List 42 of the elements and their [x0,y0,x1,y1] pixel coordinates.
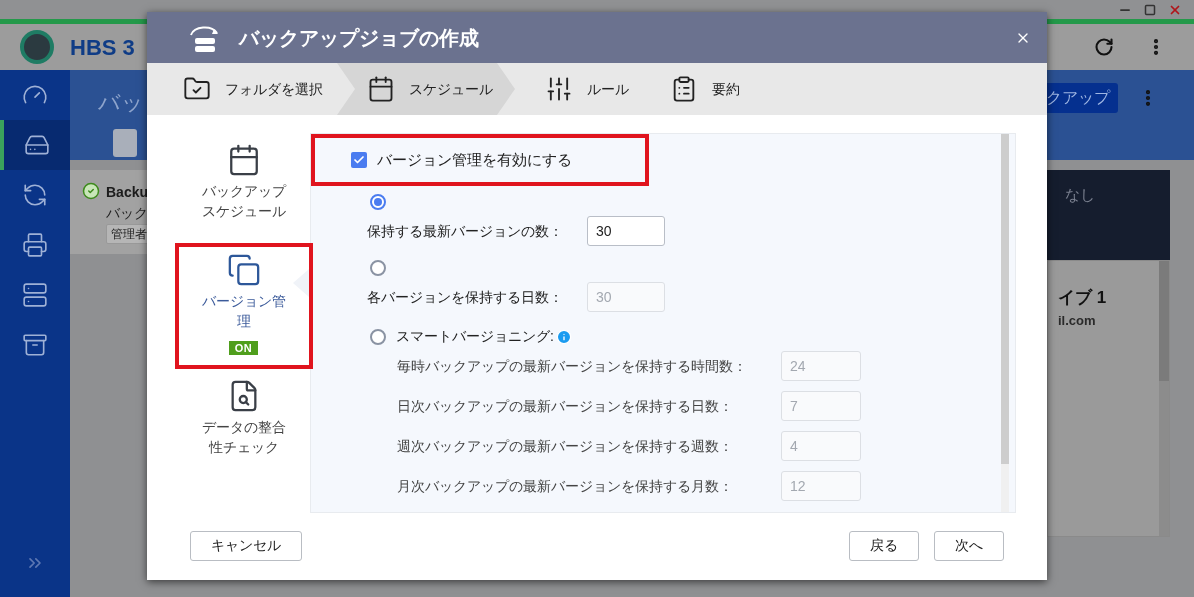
next-button[interactable]: 次へ [934,530,1004,561]
radio-button[interactable] [370,328,386,345]
tab-icon [226,253,261,287]
maximize-icon[interactable] [1144,3,1156,16]
scrollbar[interactable] [1159,261,1169,536]
job-name: Backu [106,183,150,202]
option-label: 各バージョンを保持する日数： [367,287,564,307]
step-icon [367,75,395,103]
panel-text: なし [1065,185,1095,205]
page-title: バッ [98,89,144,117]
sidebar-icon [22,332,48,358]
checkbox[interactable] [351,152,367,168]
rule-label: 月次バックアップの最新バージョンを保持する月数： [397,476,734,496]
cancel-button[interactable]: キャンセル [190,530,302,561]
logo-icon [20,30,54,64]
sidebar-icon [22,232,48,258]
sidebar-item[interactable] [0,120,70,170]
sidebar-icon [22,282,48,308]
sidebar-icon [22,182,48,208]
dialog-title: バックアップジョブの作成 [239,25,479,51]
check-icon [353,154,365,166]
number-field[interactable]: 30 [587,216,665,246]
app-title: HBS 3 [70,33,135,62]
info-icon[interactable] [555,328,572,345]
card-title: イブ 1 [1058,287,1108,309]
option-label: スマートバージョニング: [396,327,554,346]
rule-label: 週次バックアップの最新バージョンを保持する週数： [397,436,734,456]
settings-tab[interactable]: データの整合性チェック [174,369,313,471]
checkbox-label: バージョン管理を有効にする [377,149,572,170]
job-description: バック [106,204,149,223]
back-button[interactable]: 戻る [849,530,919,561]
refresh-icon[interactable] [1094,37,1114,57]
success-icon [82,182,100,200]
status-badge: ON [228,341,259,355]
rule-label: 日次バックアップの最新バージョンを保持する日数： [397,396,734,416]
card-email: il.com [1058,311,1097,330]
scrollbar[interactable] [1001,134,1009,512]
rule-label: 毎時バックアップの最新バージョンを保持する時間数： [397,356,748,376]
wizard-step[interactable]: スケジュール [337,63,515,115]
option-label: 保持する最新バージョンの数： [367,221,564,241]
step-icon [545,75,573,103]
radio-button[interactable] [370,194,386,210]
